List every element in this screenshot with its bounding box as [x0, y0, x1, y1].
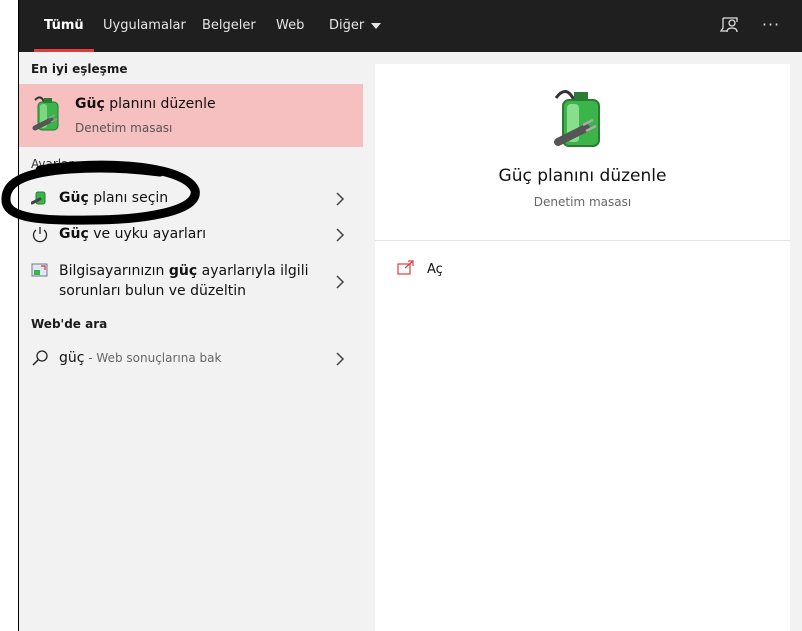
search-icon [31, 349, 49, 367]
chevron-right-icon [336, 192, 345, 206]
preview-title: Güç planını düzenle [498, 166, 667, 186]
setting-choose-power-plan[interactable]: Güç planı seçin [19, 188, 363, 210]
web-search-item[interactable]: güç - Web sonuçlarına bak [19, 348, 363, 370]
tab-all[interactable]: Tümü [34, 0, 94, 52]
setting-label: Bilgisayarınızın güç ayarlarıyla ilgili … [59, 261, 308, 301]
tab-apps[interactable]: Uygulamalar [103, 0, 186, 52]
setting-power-sleep[interactable]: Güç ve uyku ayarları [19, 224, 363, 246]
best-match-subtitle: Denetim masası [75, 121, 173, 135]
divider [375, 240, 790, 241]
best-match-heading: En iyi eşleşme [31, 62, 128, 76]
chevron-right-icon [336, 228, 345, 242]
chevron-right-icon [336, 352, 345, 366]
preview-pane: Güç planını düzenle Denetim masası Aç [375, 64, 790, 631]
tab-more-label: Diğer [329, 18, 365, 33]
tab-web[interactable]: Web [276, 0, 304, 52]
setting-label-bold: Güç [59, 226, 89, 242]
search-scope-bar: Tümü Uygulamalar Belgeler Web Diğer ··· [19, 0, 802, 52]
open-icon [397, 260, 414, 275]
best-match-title-bold: Güç [75, 96, 105, 112]
power-options-icon [31, 94, 65, 134]
feedback-icon[interactable] [718, 14, 742, 38]
best-match-item[interactable]: Güç planını düzenle Denetim masası [19, 84, 363, 147]
setting-label-pre: Bilgisayarınızın [59, 263, 169, 279]
chevron-right-icon [336, 275, 345, 289]
setting-label-bold: güç [168, 263, 198, 279]
setting-label-bold: Güç [59, 190, 89, 206]
web-search-label: güç - Web sonuçlarına bak [59, 348, 221, 368]
power-plan-icon [30, 189, 49, 207]
setting-label-rest: planı seçin [88, 190, 169, 206]
troubleshoot-icon [31, 263, 49, 281]
web-search-heading: Web'de ara [31, 317, 108, 331]
best-match-title: Güç planını düzenle [75, 96, 216, 112]
setting-label-line2: sorunları bulun ve düzeltin [59, 283, 246, 299]
open-action-label: Aç [427, 262, 443, 277]
power-button-icon [31, 226, 49, 244]
results-pane: En iyi eşleşme Güç planını düzenle Denet… [19, 52, 363, 631]
setting-label: Güç ve uyku ayarları [59, 224, 206, 244]
web-search-query: güç [59, 350, 85, 366]
setting-label-rest: ve uyku ayarları [88, 226, 207, 242]
web-search-suffix: - Web sonuçlarına bak [84, 351, 222, 365]
setting-label-rest: ayarlarıyla ilgili [197, 263, 309, 279]
settings-heading: Ayarlar [31, 157, 74, 171]
tab-documents[interactable]: Belgeler [202, 0, 256, 52]
tab-more[interactable]: Diğer [329, 0, 382, 52]
best-match-title-rest: planını düzenle [104, 96, 216, 112]
more-options-icon[interactable]: ··· [759, 14, 783, 38]
chevron-down-icon [371, 22, 382, 29]
setting-troubleshoot-power[interactable]: Bilgisayarınızın güç ayarlarıyla ilgili … [19, 261, 363, 305]
power-options-icon [548, 84, 614, 150]
setting-label: Güç planı seçin [59, 188, 168, 208]
preview-subtitle: Denetim masası [533, 195, 632, 209]
